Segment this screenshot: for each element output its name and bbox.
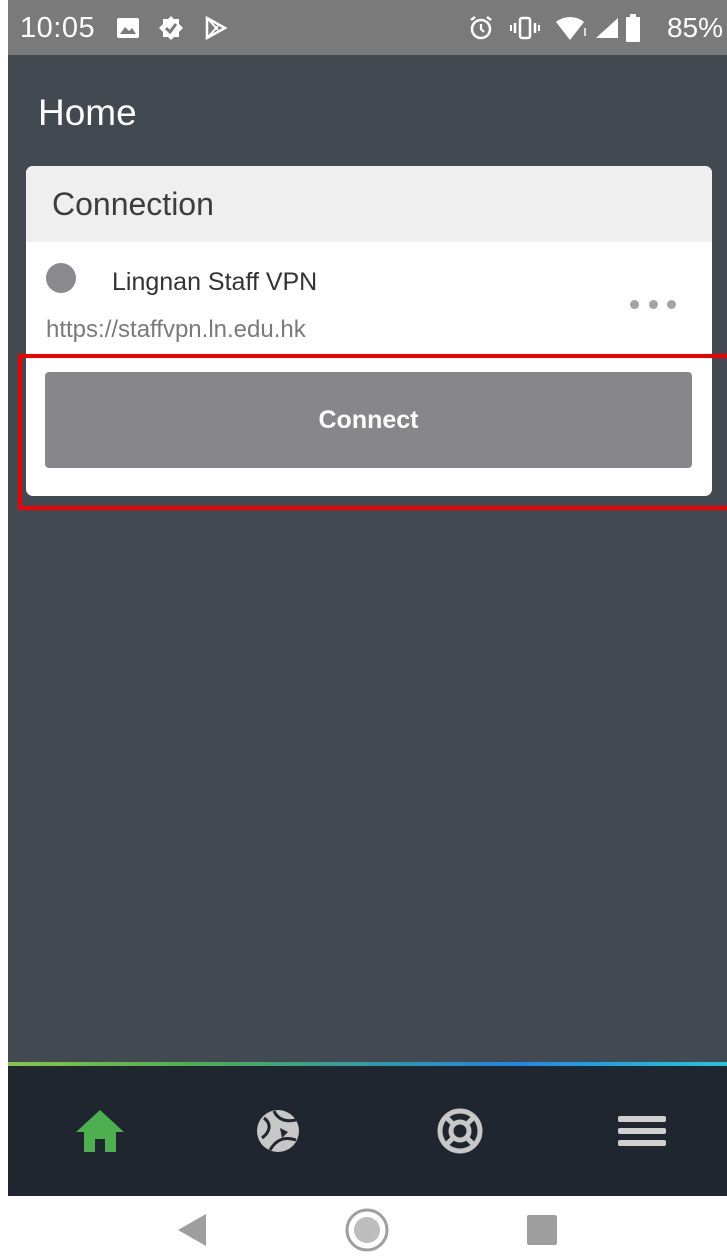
wifi-icon bbox=[556, 16, 586, 40]
battery-percent: 85% bbox=[666, 12, 723, 43]
vibrate-icon bbox=[510, 16, 540, 40]
more-options-icon[interactable] bbox=[630, 292, 676, 316]
back-icon[interactable] bbox=[176, 1212, 208, 1248]
card-header: Connection bbox=[26, 166, 712, 242]
app-screen: 10:05 85% Home Connection Lingnan Staff … bbox=[8, 0, 727, 1196]
image-icon bbox=[117, 18, 139, 38]
status-bar: 10:05 85% bbox=[8, 0, 727, 55]
highlight-box bbox=[18, 354, 727, 510]
battery-icon bbox=[626, 14, 640, 42]
bottom-navigation bbox=[8, 1066, 727, 1196]
menu-icon[interactable] bbox=[612, 1106, 672, 1156]
status-time: 10:05 bbox=[20, 12, 96, 44]
recents-icon[interactable] bbox=[526, 1214, 558, 1246]
page-title: Home bbox=[38, 92, 137, 133]
vpn-profile-url: https://staffvpn.ln.edu.hk bbox=[46, 316, 306, 343]
lifebuoy-icon[interactable] bbox=[430, 1106, 490, 1156]
vpn-profile-name[interactable]: Lingnan Staff VPN bbox=[112, 268, 317, 297]
verified-icon bbox=[159, 16, 183, 40]
card-header-title: Connection bbox=[52, 186, 214, 222]
play-store-icon bbox=[205, 16, 228, 40]
alarm-icon bbox=[470, 16, 492, 40]
signal-icon bbox=[596, 18, 618, 38]
home-icon[interactable] bbox=[70, 1106, 130, 1156]
globe-icon[interactable] bbox=[248, 1106, 308, 1156]
connection-status-dot bbox=[46, 263, 76, 293]
home-circle-icon[interactable] bbox=[344, 1207, 390, 1253]
